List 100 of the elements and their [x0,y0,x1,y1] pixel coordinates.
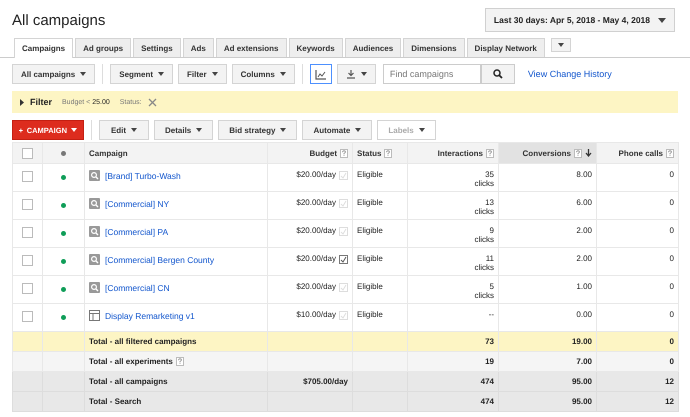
total-label: Total - all campaigns [89,377,168,386]
help-icon[interactable] [666,148,674,158]
total-label: Total - all experiments [89,357,173,366]
total-value: 0 [670,337,674,346]
interactions-value: 35 [484,170,494,179]
tab[interactable]: Settings [133,38,181,57]
close-icon [148,98,157,106]
interactions-unit: clicks [473,291,494,300]
tab[interactable]: Audiences [344,38,402,57]
caret-icon [71,128,77,132]
budget-value: $10.00/day [296,310,336,319]
total-value: 0 [670,357,674,366]
interactions-unit: clicks [473,179,494,188]
interactions-value: 11 [484,254,494,263]
caret-icon [212,72,218,76]
total-value: 474 [480,377,494,386]
column-header[interactable]: Budget [309,148,337,158]
help-icon[interactable] [384,148,392,158]
dropdown-button[interactable]: Columns [232,64,295,84]
view-change-history-link[interactable]: View Change History [528,69,612,79]
interactions-value: 9 [488,226,494,235]
caret-icon [280,128,286,132]
row-checkbox[interactable] [22,199,33,210]
interactions-value: -- [488,310,494,319]
dropdown-button[interactable]: Edit [99,120,149,140]
phone-calls-value: 0 [670,170,674,179]
status-text: Eligible [357,170,383,179]
tab[interactable]: Ads [182,38,214,57]
more-tabs-button[interactable] [550,38,571,52]
total-label: Total - all filtered campaigns [89,337,196,346]
caret-icon [418,128,425,132]
dropdown-button[interactable]: Filter [178,64,227,84]
total-value: 12 [665,377,674,386]
line-chart-icon [314,68,327,80]
phone-calls-value: 0 [670,282,674,291]
phone-calls-value: 0 [670,310,674,319]
page-title: All campaigns [12,12,106,28]
search-field[interactable]: Find campaigns [382,64,481,84]
tab[interactable]: Dimensions [403,38,465,57]
status-text: Eligible [357,310,383,319]
dropdown-button[interactable]: Segment [110,64,174,84]
help-icon[interactable] [176,357,184,366]
budget-value: $20.00/day [296,170,336,179]
total-value: 95.00 [572,377,592,386]
help-icon[interactable] [574,148,582,158]
chart-toggle-button[interactable] [310,64,332,84]
dropdown-button[interactable]: Details [154,120,214,140]
campaign-link[interactable]: [Commercial] PA [105,226,168,236]
sort-arrow-icon [585,149,592,157]
status-text: Eligible [357,198,383,207]
total-value: 19 [485,357,494,366]
dropdown-button[interactable]: Bid strategy [218,120,298,140]
help-icon[interactable] [486,148,494,158]
caret-icon [131,128,138,132]
total-label: Total - Search [89,397,142,406]
caret-icon [158,72,164,76]
campaign-link[interactable]: [Brand] Turbo-Wash [105,170,181,180]
campaign-link[interactable]: Display Remarketing v1 [105,310,195,320]
download-button[interactable] [336,64,376,84]
date-range-button[interactable]: Last 30 days: Apr 5, 2018 - May 4, 2018 [484,8,675,32]
status-text: Eligible [357,226,383,235]
total-value: 7.00 [576,357,592,366]
select-all-checkbox[interactable] [22,148,33,159]
conversions-value: 1.00 [576,282,592,291]
caret-icon [280,72,286,76]
column-header[interactable]: Campaign [89,148,128,158]
status-text: Eligible [357,254,383,263]
dropdown-button[interactable]: All campaigns [12,64,96,84]
conversions-value: 8.00 [576,170,592,179]
plus-icon [19,126,23,134]
caret-icon [360,72,367,76]
caret-icon [658,18,666,22]
interactions-value: 13 [484,198,494,207]
interactions-unit: clicks [473,235,494,244]
row-checkbox[interactable] [22,227,33,238]
budget-value: $20.00/day [296,226,336,235]
tab[interactable]: Ad extensions [216,38,286,57]
tab[interactable]: Ad groups [75,38,132,57]
dropdown-button[interactable]: Automate [302,120,372,140]
tab[interactable]: Keywords [288,38,343,57]
campaign-link[interactable]: [Commercial] CN [105,282,170,292]
conversions-value: 0.00 [576,310,592,319]
row-checkbox[interactable] [22,311,33,322]
caret-icon [196,128,202,132]
budget-value: $20.00/day [296,198,336,207]
tab[interactable]: Campaigns [14,38,74,58]
tab[interactable]: Display Network [466,38,545,57]
status-text: Eligible [357,282,383,291]
total-value: 474 [480,397,494,406]
phone-calls-value: 0 [670,226,674,235]
total-value: 19.00 [572,337,592,346]
column-header[interactable]: Status [357,148,382,158]
help-icon[interactable] [340,148,348,158]
status-dot-icon [61,150,66,156]
campaign-link[interactable]: [Commercial] NY [105,198,170,208]
search-button[interactable] [480,64,515,84]
row-checkbox[interactable] [22,283,33,294]
row-checkbox[interactable] [22,255,33,266]
conversions-value: 2.00 [576,254,592,263]
row-checkbox[interactable] [22,171,33,182]
